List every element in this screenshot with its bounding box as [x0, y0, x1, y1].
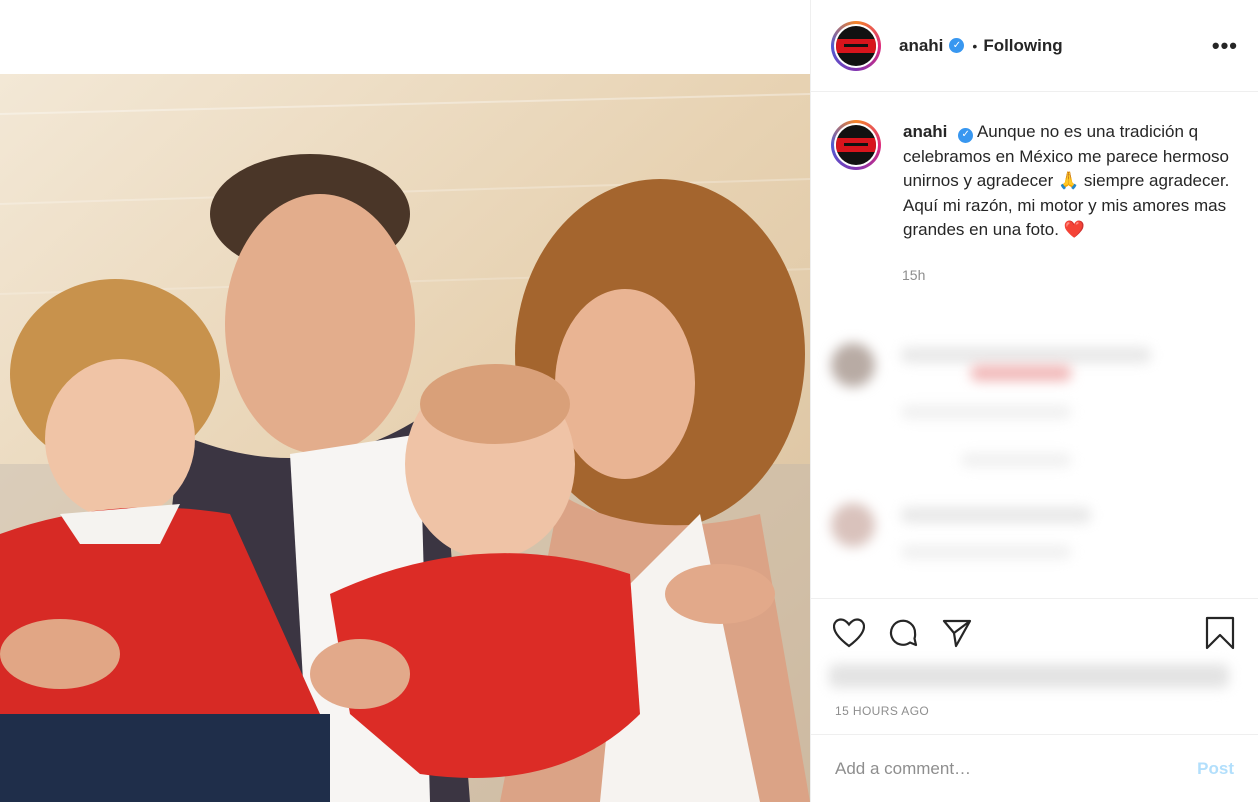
caption-username[interactable]: anahi — [903, 122, 947, 141]
caption-body: Aunque no es una tradición q celebramos … — [903, 122, 1230, 239]
blurred-comments — [811, 325, 1258, 575]
comment-icon[interactable] — [885, 615, 921, 651]
media-area — [0, 0, 810, 802]
post-time-ago[interactable]: 15 HOURS AGO — [835, 704, 929, 718]
likes-summary-blurred — [829, 660, 1229, 690]
share-icon[interactable] — [939, 615, 975, 651]
comment-line — [971, 365, 1071, 381]
post-side-panel: anahi ✓ • Following ••• anahi ✓ Aunque n… — [810, 0, 1258, 802]
verified-icon: ✓ — [958, 127, 974, 143]
more-options-icon[interactable]: ••• — [1212, 34, 1238, 57]
post-button[interactable]: Post — [1197, 759, 1234, 779]
comment-line — [901, 405, 1071, 419]
post-header: anahi ✓ • Following ••• — [811, 0, 1258, 92]
comment-bar: Post — [811, 734, 1258, 802]
comment-line — [901, 507, 1091, 523]
comment-line — [961, 453, 1071, 467]
verified-icon: ✓ — [949, 38, 965, 53]
comment-avatar — [831, 503, 875, 547]
separator-dot: • — [972, 37, 978, 54]
caption-timestamp[interactable]: 15h — [902, 267, 1258, 283]
avatar[interactable] — [831, 20, 881, 71]
post-photo[interactable] — [0, 74, 810, 802]
action-bar — [811, 598, 1258, 666]
bookmark-icon[interactable] — [1202, 615, 1238, 651]
caption-avatar[interactable] — [831, 120, 881, 170]
comment-input[interactable] — [835, 758, 1198, 779]
heart-icon[interactable] — [831, 615, 867, 651]
avatar-ring — [834, 23, 878, 68]
comment-line — [901, 545, 1071, 559]
caption-avatar-image — [836, 125, 876, 165]
username-link[interactable]: anahi — [899, 36, 943, 56]
caption-text-block: anahi ✓ Aunque no es una tradición q cel… — [903, 120, 1233, 243]
avatar-image — [836, 25, 876, 66]
caption: anahi ✓ Aunque no es una tradición q cel… — [811, 92, 1258, 243]
caption-avatar-ring — [834, 123, 878, 167]
family-photo — [0, 74, 810, 802]
comment-avatar — [831, 343, 875, 387]
following-button[interactable]: Following — [983, 36, 1062, 56]
likes-line — [829, 664, 1229, 688]
comment-line — [901, 347, 1151, 363]
